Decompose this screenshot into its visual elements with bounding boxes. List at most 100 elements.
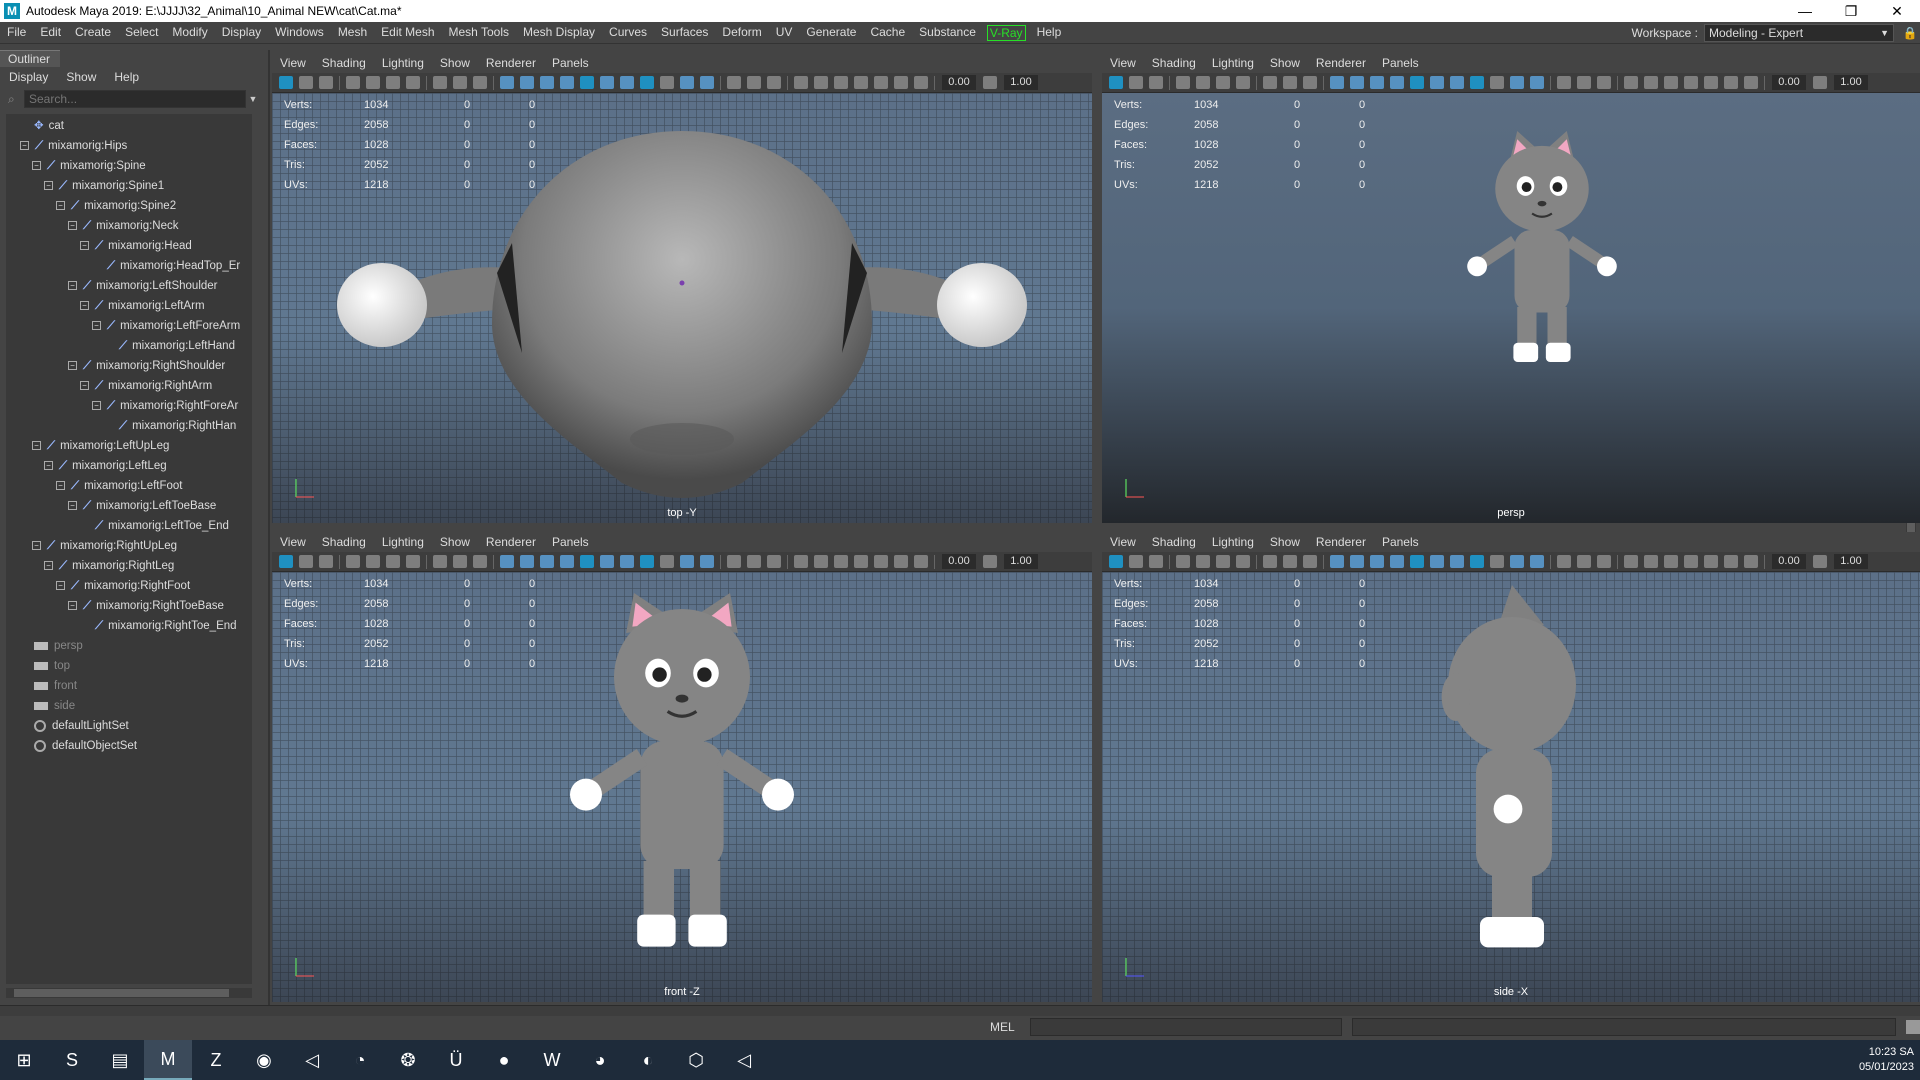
collapse-toggle-icon[interactable]: − [80,241,89,251]
github-desktop-icon[interactable]: ● [480,1040,528,1080]
outliner-item[interactable]: − ⟋ mixamorig:RightToeBase [68,596,224,616]
toolbar-tool-icon[interactable] [747,76,761,89]
viewport-menu-shading[interactable]: Shading [1144,535,1204,549]
outliner-item[interactable]: persp [34,636,83,656]
viewport-top[interactable]: View Shading Lighting Show Renderer Panels 0.… [272,53,1092,523]
toolbar-tool-icon[interactable] [1263,555,1277,568]
viewport-menu-panels[interactable]: Panels [1374,535,1427,549]
toolbar-tool-icon[interactable] [1624,76,1638,89]
toolbar-tool-icon[interactable] [346,555,360,568]
menu-uv[interactable]: UV [769,25,800,41]
toolbar-tool-icon[interactable] [1530,76,1544,89]
outliner-item[interactable]: − ⟋ mixamorig:LeftFoot [56,476,183,496]
toolbar-tool-icon[interactable] [1410,555,1424,568]
toolbar-tool-icon[interactable] [1149,76,1163,89]
toolbar-tool-icon[interactable] [520,76,534,89]
collapse-toggle-icon[interactable]: − [56,481,65,491]
toolbar-tool-icon[interactable] [1283,555,1297,568]
viewport-menu-panels[interactable]: Panels [544,535,597,549]
collapse-toggle-icon[interactable]: − [44,181,53,191]
outliner-item[interactable]: − ⟋ mixamorig:LeftToeBase [68,496,216,516]
menu-generate[interactable]: Generate [799,25,863,41]
toolbar-tool-icon[interactable] [640,555,654,568]
toolbar-tool-icon[interactable] [386,555,400,568]
outliner-search-input[interactable] [24,90,246,108]
collapse-toggle-icon[interactable]: − [68,361,77,371]
toolbar-tool-icon[interactable] [1724,555,1738,568]
outliner-item[interactable]: ⟋ mixamorig:RightHan [104,416,236,436]
viewport-menu-view[interactable]: View [272,535,314,549]
menu-substance[interactable]: Substance [912,25,983,41]
collapse-toggle-icon[interactable]: − [56,581,65,591]
toolbar-tool-icon[interactable] [794,76,808,89]
exposure-field[interactable]: 0.00 [942,554,976,569]
toolbar-tool-icon[interactable] [1196,76,1210,89]
viewport-menu-show[interactable]: Show [1262,535,1308,549]
toolbar-tool-icon[interactable] [874,76,888,89]
toolbar-tool-icon[interactable] [1430,555,1444,568]
outliner-horizontal-scrollbar[interactable] [6,988,252,998]
toolbar-tool-icon[interactable] [1664,555,1678,568]
viewport-menu-show[interactable]: Show [432,535,478,549]
toolbar-tool-icon[interactable] [1450,76,1464,89]
outliner-item[interactable]: − ⟋ mixamorig:RightArm [80,376,212,396]
toolbar-tool-icon[interactable] [1577,555,1591,568]
app-w-icon[interactable]: W [528,1040,576,1080]
toolbar-tool-icon[interactable] [680,76,694,89]
toolbar-tool-icon[interactable] [1129,555,1143,568]
toolbar-tool-icon[interactable] [366,76,380,89]
toolbar-tool-icon[interactable] [1176,555,1190,568]
outliner-item[interactable]: defaultLightSet [34,716,129,736]
viewport-menu-show[interactable]: Show [1262,56,1308,70]
viewport-menu-shading[interactable]: Shading [314,56,374,70]
viewport-menu-renderer[interactable]: Renderer [478,56,544,70]
restore-button[interactable]: ❐ [1828,3,1874,20]
toolbar-tool-icon[interactable] [540,76,554,89]
toolbar-tool-icon[interactable] [279,555,293,568]
menu-edit-mesh[interactable]: Edit Mesh [374,25,441,41]
toolbar-tool-icon[interactable] [1490,76,1504,89]
workspace-select[interactable]: Modeling - Expert ▼ [1704,23,1894,42]
collapse-toggle-icon[interactable]: − [68,601,77,611]
toolbar-tool-icon[interactable] [299,76,313,89]
outliner-menu-help[interactable]: Help [105,70,148,84]
menu-help[interactable]: Help [1030,25,1069,41]
toolbar-tool-icon[interactable] [500,555,514,568]
viewport-menu-renderer[interactable]: Renderer [478,535,544,549]
toolbar-tool-icon[interactable] [874,555,888,568]
toolbar-tool-icon[interactable] [1704,555,1718,568]
outliner-tab[interactable]: Outliner [0,50,60,67]
toolbar-tool-icon[interactable] [1370,555,1384,568]
viewport-menu-lighting[interactable]: Lighting [374,535,432,549]
collapse-toggle-icon[interactable]: − [56,201,65,211]
collapse-toggle-icon[interactable]: − [32,541,41,551]
outliner-item[interactable]: − ⟋ mixamorig:RightUpLeg [32,536,177,556]
app-chat-icon[interactable]: ◕ [576,1040,624,1080]
toolbar-tool-icon[interactable] [346,76,360,89]
maya-icon[interactable]: M [144,1040,192,1080]
toolbar-tool-icon[interactable] [386,76,400,89]
toolbar-tool-icon[interactable] [794,555,808,568]
toolbar-tool-icon[interactable] [1644,76,1658,89]
toolbar-tool-icon[interactable] [834,555,848,568]
outliner-item[interactable]: − ⟋ mixamorig:RightLeg [44,556,174,576]
toolbar-tool-icon[interactable] [1149,555,1163,568]
toolbar-tool-icon[interactable] [600,76,614,89]
toolbar-tool-icon[interactable] [580,555,594,568]
menu-mesh[interactable]: Mesh [331,25,374,41]
collapse-toggle-icon[interactable]: − [32,441,41,451]
exposure-field[interactable]: 0.00 [1772,75,1806,90]
outliner-menu-display[interactable]: Display [0,70,57,84]
toolbar-tool-icon[interactable] [1450,555,1464,568]
viewport-front[interactable]: View Shading Lighting Show Renderer Panels 0.… [272,532,1092,1002]
toolbar-tool-icon[interactable] [727,555,741,568]
toolbar-tool-icon[interactable] [1744,555,1758,568]
toolbar-tool-icon[interactable] [540,555,554,568]
toolbar-tool-icon[interactable] [406,555,420,568]
outliner-item[interactable]: − ⟋ mixamorig:RightForeAr [92,396,238,416]
toolbar-tool-icon[interactable] [1557,555,1571,568]
outliner-item[interactable]: top [34,656,70,676]
outliner-item[interactable]: ⟋ mixamorig:LeftToe_End [80,516,229,536]
viewport-menu-lighting[interactable]: Lighting [374,56,432,70]
viewport-menu-panels[interactable]: Panels [544,56,597,70]
